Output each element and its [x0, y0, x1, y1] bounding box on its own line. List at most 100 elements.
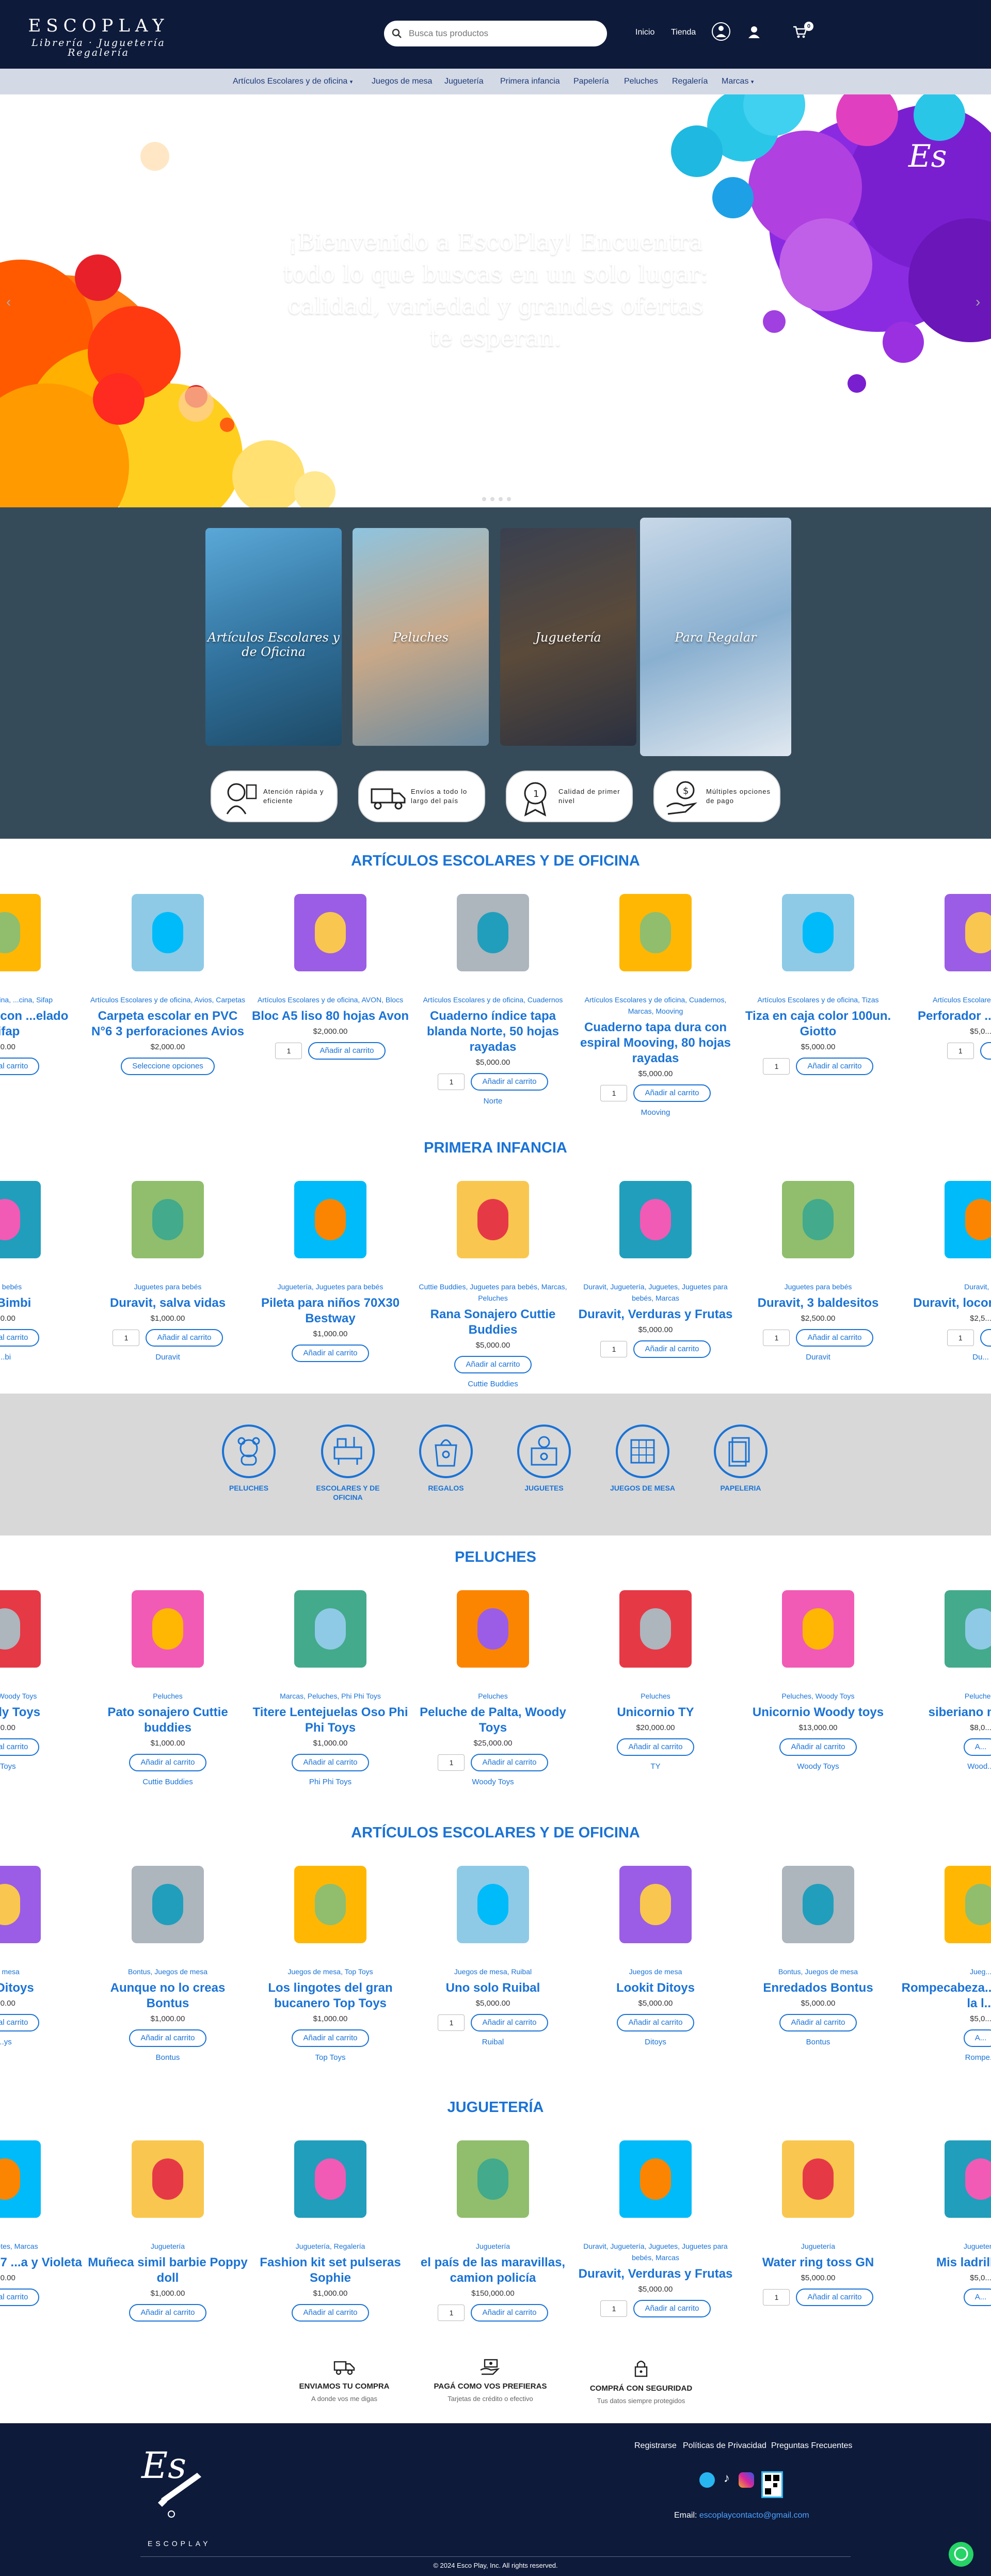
product-brand[interactable]: Ruibal	[413, 2038, 573, 2046]
product-image[interactable]	[926, 1855, 991, 1954]
icon-category-juegos-mesa[interactable]: JUEGOS DE MESA	[604, 1425, 681, 1493]
quantity-input[interactable]: 1	[763, 1058, 790, 1075]
product-card[interactable]: ...ra bebés ...r Bimbi ...0.00 ...dir al ca…	[0, 1171, 85, 1362]
product-brand[interactable]: Top Toys	[250, 2053, 410, 2062]
add-to-cart-button[interactable]: Añadir al carrito	[633, 1084, 711, 1102]
product-image[interactable]	[764, 2130, 872, 2228]
add-to-cart-button[interactable]: Añadir al carrito	[292, 2304, 369, 2322]
product-card[interactable]: Duravit, Juguetería, Juguetes, Juguetes …	[576, 2130, 736, 2317]
product-categories[interactable]: Juguetes para bebés	[738, 1281, 898, 1292]
product-name[interactable]: Carpeta escolar en PVC N°6 3 perforacion…	[88, 1009, 248, 1039]
product-card[interactable]: Bontus, Juegos de mesa Aunque no lo creas…	[88, 1855, 248, 2062]
menu-item-juegos[interactable]: Juegos de mesa	[372, 77, 432, 86]
add-to-cart-button[interactable]: Añadir al carrito	[308, 1042, 386, 1060]
product-image[interactable]	[114, 2130, 222, 2228]
product-card[interactable]: Peluches Unicornio TY $20,000.00 Añadir al …	[576, 1580, 736, 1771]
product-name[interactable]: ...de Cocina 7 ...a y Violeta	[0, 2255, 85, 2270]
product-name[interactable]: Bloc A5 liso 80 hojas Avon	[250, 1009, 410, 1024]
add-to-cart-button[interactable]: Añadir al carrito	[292, 1754, 369, 1771]
add-to-cart-button[interactable]: Añadir al carrito	[796, 1329, 873, 1347]
menu-item-regaleria[interactable]: Regalería	[672, 77, 708, 86]
slider-dot[interactable]	[507, 497, 511, 501]
product-name[interactable]: Duravit, salva vidas	[88, 1295, 248, 1311]
quantity-input[interactable]: 1	[600, 1085, 628, 1101]
email-link[interactable]: escoplaycontacto@gmail.com	[699, 2511, 809, 2520]
product-brand[interactable]: Cuttie Buddies	[88, 1778, 248, 1786]
product-name[interactable]: Duravit, locom... y so...	[901, 1295, 991, 1311]
product-categories[interactable]: Artículos Escolares y de oficina, AVON, …	[250, 994, 410, 1005]
product-card[interactable]: Juguetes para bebés Duravit, salva vidas $…	[88, 1171, 248, 1362]
product-categories[interactable]: Marcas, Peluches, Phi Phi Toys	[250, 1690, 410, 1702]
product-name[interactable]: Fashion kit set pulseras Sophie	[250, 2255, 410, 2286]
chevron-right-icon[interactable]: ›	[976, 294, 980, 310]
product-image[interactable]	[114, 1580, 222, 1678]
product-card[interactable]: Peluches, Woody Toys Unicornio Woody toys…	[738, 1580, 898, 1771]
add-to-cart-button[interactable]: A...	[980, 1329, 991, 1347]
product-name[interactable]: Rana Sonajero Cuttie Buddies	[413, 1307, 573, 1338]
quantity-input[interactable]: 1	[113, 1330, 140, 1346]
add-to-cart-button[interactable]: ...dir al carrito	[0, 2289, 40, 2306]
product-brand[interactable]: Bontus	[738, 2038, 898, 2046]
product-image[interactable]	[439, 1580, 547, 1678]
product-image[interactable]	[764, 1855, 872, 1954]
product-name[interactable]: Uno solo Ruibal	[413, 1980, 573, 1996]
product-name[interactable]: Rompecabeza... estatua de la l...	[901, 1980, 991, 2011]
product-image[interactable]	[114, 884, 222, 982]
product-card[interactable]: ...ches, Woody Toys ...oody Toys ...0.00..…	[0, 1580, 85, 1771]
product-image[interactable]	[276, 1855, 385, 1954]
product-image[interactable]	[276, 884, 385, 982]
quantity-input[interactable]: 1	[763, 2289, 790, 2306]
icon-category-regalos[interactable]: REGALOS	[407, 1425, 485, 1493]
whatsapp-button[interactable]	[949, 2542, 973, 2567]
product-categories[interactable]: Juguetería	[901, 2241, 991, 2252]
menu-item-jugueteria[interactable]: Juguetería	[444, 77, 484, 86]
category-card-peluches[interactable]: Peluches	[353, 528, 489, 746]
product-categories[interactable]: Duravit, Juguetería, Juguetes, Juguetes …	[576, 1281, 736, 1304]
product-brand[interactable]: ...Toys	[0, 1762, 85, 1771]
product-card[interactable]: Duravit, Juguetería, Juguetes, Juguetes …	[576, 1171, 736, 1358]
add-to-cart-button[interactable]: A...	[963, 2289, 991, 2306]
product-name[interactable]: Muñeca simil barbie Poppy doll	[88, 2255, 248, 2286]
product-card[interactable]: Peluches Peluche de Palta, Woody Toys $25,…	[413, 1580, 573, 1786]
product-image[interactable]	[439, 1171, 547, 1269]
product-card[interactable]: Marcas, Peluches, Phi Phi Toys Titere Len…	[250, 1580, 410, 1786]
product-name[interactable]: Perforador ...Mapec...	[901, 1009, 991, 1024]
product-categories[interactable]: Artículos Escolares y de oficina, Cuader…	[576, 994, 736, 1017]
product-name[interactable]: Duravit, 3 baldesitos	[738, 1295, 898, 1311]
product-image[interactable]	[439, 1855, 547, 1954]
product-categories[interactable]: Peluches	[576, 1690, 736, 1702]
product-brand[interactable]: ...bi	[0, 1353, 85, 1362]
product-categories[interactable]: ...s juguetes, Marcas	[0, 2241, 85, 2252]
quantity-input[interactable]: 1	[275, 1043, 302, 1059]
product-image[interactable]	[601, 1580, 710, 1678]
tiktok-icon[interactable]: ♪	[719, 2471, 734, 2487]
add-to-cart-button[interactable]: Añadir al carrito	[129, 2029, 206, 2047]
logo[interactable]: ESCOPLAY	[24, 15, 173, 36]
footer-link-register[interactable]: Registrarse	[634, 2441, 677, 2451]
product-brand[interactable]: Woody Toys	[413, 1778, 573, 1786]
accessibility-icon[interactable]	[711, 22, 731, 41]
chevron-left-icon[interactable]: ‹	[6, 294, 11, 310]
product-categories[interactable]: Juguetería	[413, 2241, 573, 2252]
product-image[interactable]	[0, 884, 59, 982]
product-brand[interactable]: Woody Toys	[738, 1762, 898, 1771]
product-card[interactable]: ...e mesa ...ll Ditoys ...0.00 ...dir al ca…	[0, 1855, 85, 2046]
product-card[interactable]: Cuttie Buddies, Juguetes para bebés, Mar…	[413, 1171, 573, 1388]
quantity-input[interactable]: 1	[600, 1341, 628, 1357]
add-to-cart-button[interactable]: Añadir al carrito	[454, 1356, 532, 1373]
add-to-cart-button[interactable]: Añadir al carrito	[129, 1754, 206, 1771]
product-name[interactable]: Pato sonajero Cuttie buddies	[88, 1705, 248, 1736]
product-card[interactable]: ...es y de oficina, ...cina, Sifap ...el …	[0, 884, 85, 1075]
add-to-cart-button[interactable]: Añadir al carrito	[146, 1329, 223, 1347]
product-brand[interactable]: Norte	[413, 1097, 573, 1106]
product-brand[interactable]: Mooving	[576, 1108, 736, 1117]
product-card[interactable]: ...s juguetes, Marcas ...de Cocina 7 ...a…	[0, 2130, 85, 2306]
product-categories[interactable]: Duravit, ...	[901, 1281, 991, 1292]
quantity-input[interactable]: 1	[438, 1754, 465, 1771]
category-card-jugueteria[interactable]: Juguetería	[500, 528, 636, 746]
product-image[interactable]	[764, 884, 872, 982]
nav-store-link[interactable]: Tienda	[671, 28, 696, 37]
product-image[interactable]	[439, 884, 547, 982]
product-image[interactable]	[601, 884, 710, 982]
product-brand[interactable]: Duravit	[738, 1353, 898, 1362]
